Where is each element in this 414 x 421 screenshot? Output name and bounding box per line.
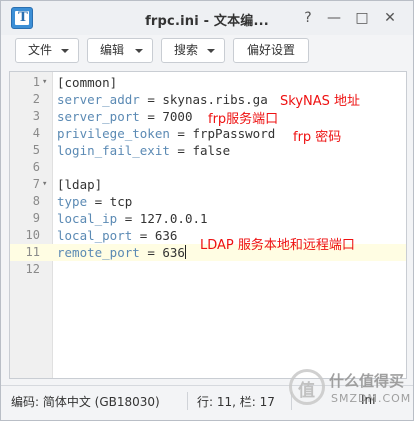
search-menu-button[interactable]: 搜索: [161, 38, 225, 63]
line-number: 1: [32, 75, 40, 89]
config-key: type: [57, 194, 88, 209]
annotation-skynas-address: SkyNAS 地址: [280, 94, 361, 109]
config-key: privilege_token: [57, 126, 170, 141]
status-divider: [187, 392, 188, 410]
line-number: 11: [25, 245, 40, 259]
config-value: = frpPassword: [169, 126, 276, 141]
config-value: = 127.0.0.1: [117, 211, 208, 226]
annotation-frp-password: frp 密码: [293, 130, 342, 145]
encoding-status[interactable]: 编码: 简体中文 (GB18030): [11, 393, 160, 410]
config-key: server_port: [57, 109, 140, 124]
code-text: privilege_token = frpPassword: [57, 125, 275, 142]
text-editor-window: T frpc.ini - 文本编... ? — □ ✕ 文件 编辑 搜索 偏好设…: [0, 0, 414, 421]
edit-menu-button[interactable]: 编辑: [87, 38, 153, 63]
code-text: [common]: [57, 74, 117, 91]
code-text: login_fail_exit = false: [57, 142, 230, 159]
toolbar: 文件 编辑 搜索 偏好设置: [1, 35, 413, 65]
preferences-label: 偏好设置: [247, 43, 296, 57]
app-icon-letter: T: [18, 10, 28, 25]
config-value: [common]: [57, 75, 118, 90]
line-number: 9: [32, 211, 40, 225]
annotation-ldap-ports: LDAP 服务本地和远程端口: [200, 238, 355, 253]
line-number: 4: [32, 126, 40, 140]
config-value: = skynas.ribs.ga: [139, 92, 268, 107]
chevron-down-icon: [135, 49, 143, 53]
chevron-down-icon: [61, 49, 69, 53]
code-line[interactable]: 6: [10, 159, 406, 176]
config-key: login_fail_exit: [57, 143, 170, 158]
maximize-button[interactable]: □: [353, 9, 371, 27]
line-number: 2: [32, 92, 40, 106]
config-value: = 7000: [139, 109, 193, 124]
fold-toggle-icon[interactable]: ▾: [42, 176, 51, 193]
watermark-subtext: SMZDM.COM: [331, 392, 412, 405]
editor-area[interactable]: 1 ▾ [common] 2 server_addr = skynas.ribs.ga 3…: [9, 71, 407, 379]
config-key: remote_port: [57, 245, 140, 260]
annotation-frp-port: frp服务端口: [208, 112, 279, 127]
minimize-button[interactable]: —: [325, 9, 343, 27]
code-line[interactable]: 7 ▾ [ldap]: [10, 176, 406, 193]
file-menu-button[interactable]: 文件: [15, 38, 79, 63]
close-button[interactable]: ✕: [381, 9, 399, 27]
line-number: 5: [32, 143, 40, 157]
window-title: frpc.ini - 文本编...: [145, 14, 269, 29]
file-menu-label: 文件: [28, 43, 53, 57]
title-bar[interactable]: T frpc.ini - 文本编... ? — □ ✕: [1, 1, 413, 35]
chevron-down-icon: [207, 49, 215, 53]
edit-menu-label: 编辑: [100, 43, 125, 57]
code-text: server_addr = skynas.ribs.ga: [57, 91, 268, 108]
line-number: 8: [32, 194, 40, 208]
code-text: server_port = 7000: [57, 108, 192, 125]
code-line[interactable]: 12: [10, 261, 406, 278]
text-cursor: [184, 245, 186, 259]
code-line[interactable]: 9 local_ip = 127.0.0.1: [10, 210, 406, 227]
config-key: local_ip: [57, 211, 118, 226]
code-text: remote_port = 636: [57, 244, 186, 261]
code-line[interactable]: 1 ▾ [common]: [10, 74, 406, 91]
line-number: 6: [32, 160, 40, 174]
line-number: 7: [32, 177, 40, 191]
help-button[interactable]: ?: [299, 9, 317, 27]
code-text: [ldap]: [57, 176, 102, 193]
code-text: local_port = 636: [57, 227, 177, 244]
config-key: server_addr: [57, 92, 140, 107]
config-value: = 636: [132, 228, 178, 243]
code-line[interactable]: 4 privilege_token = frpPassword: [10, 125, 406, 142]
code-line[interactable]: 8 type = tcp: [10, 193, 406, 210]
cursor-position-status: 行: 11, 栏: 17: [197, 395, 275, 409]
preferences-button[interactable]: 偏好设置: [233, 38, 309, 63]
watermark-logo-icon: [289, 369, 325, 405]
search-menu-label: 搜索: [174, 43, 199, 57]
fold-toggle-icon[interactable]: ▾: [42, 74, 51, 91]
config-value: = tcp: [87, 194, 133, 209]
config-value: = false: [169, 143, 231, 158]
line-number: 10: [25, 228, 40, 242]
config-value: = 636: [139, 245, 185, 260]
watermark: 什么值得买 SMZDM.COM: [289, 365, 414, 415]
line-number: 3: [32, 109, 40, 123]
watermark-text: 什么值得买: [329, 372, 405, 390]
config-value: [ldap]: [57, 177, 103, 192]
config-key: local_port: [57, 228, 133, 243]
code-line[interactable]: 5 login_fail_exit = false: [10, 142, 406, 159]
line-number: 12: [25, 262, 40, 276]
code-text: local_ip = 127.0.0.1: [57, 210, 208, 227]
code-text: type = tcp: [57, 193, 132, 210]
